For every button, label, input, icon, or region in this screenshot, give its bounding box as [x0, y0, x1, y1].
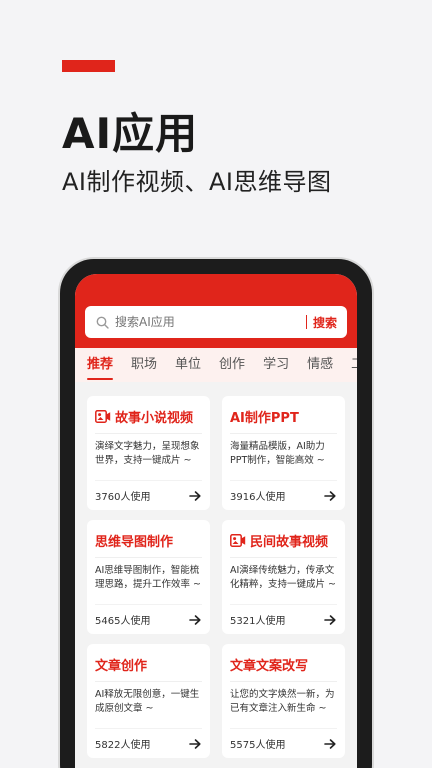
arrow-right-icon[interactable]	[323, 613, 337, 627]
card-description: AI释放无限创意，一键生成原创文章 ~	[95, 689, 200, 714]
tab-emotion[interactable]: 情感	[307, 348, 333, 382]
tab-organization[interactable]: 单位	[175, 348, 201, 382]
card-footer: 5822人使用	[95, 728, 202, 758]
tab-study[interactable]: 学习	[263, 348, 289, 382]
search-divider	[305, 315, 307, 329]
card-divider	[230, 557, 337, 558]
category-tabs: 推荐 职场 单位 创作 学习 情感 工具	[75, 348, 357, 382]
usage-count: 5575人使用	[230, 740, 286, 751]
video-icon	[230, 533, 246, 547]
phone-screen: 搜索 推荐 职场 单位 创作 学习 情感 工具	[75, 274, 357, 768]
card-title: 文章创作	[95, 658, 148, 674]
tab-tools[interactable]: 工具	[351, 348, 357, 382]
card-footer: 3916人使用	[230, 480, 337, 510]
card-divider	[95, 557, 202, 558]
video-icon	[95, 409, 111, 423]
arrow-right-icon[interactable]	[188, 613, 202, 627]
usage-count: 5822人使用	[95, 740, 151, 751]
usage-count: 5321人使用	[230, 616, 286, 627]
card-divider	[95, 433, 202, 434]
card-title: AI制作PPT	[230, 410, 299, 426]
accent-bar	[62, 60, 115, 72]
arrow-right-icon[interactable]	[323, 489, 337, 503]
app-card-ai-ppt[interactable]: AI制作PPT 海量精品模版，AI助力PPT制作，智能高效 ~ 3916人使用	[222, 396, 345, 510]
card-footer: 3760人使用	[95, 480, 202, 510]
card-description: 让您的文字焕然一新，为已有文章注入新生命 ~	[230, 689, 335, 714]
phone-frame: 搜索 推荐 职场 单位 创作 学习 情感 工具	[60, 259, 372, 768]
tab-workplace[interactable]: 职场	[131, 348, 157, 382]
card-title: 民间故事视频	[250, 534, 329, 550]
card-divider	[230, 681, 337, 682]
tab-recommend[interactable]: 推荐	[87, 348, 114, 382]
arrow-right-icon[interactable]	[323, 737, 337, 751]
arrow-right-icon[interactable]	[188, 489, 202, 503]
app-card-mind-map[interactable]: 思维导图制作 AI思维导图制作，智能梳理思路，提升工作效率 ~ 5465人使用	[87, 520, 210, 634]
search-button[interactable]: 搜索	[313, 314, 337, 331]
card-title: 文章文案改写	[230, 658, 309, 674]
card-description: 演绎文字魅力，呈现想象世界，支持一键成片 ~	[95, 441, 200, 466]
usage-count: 5465人使用	[95, 616, 151, 627]
usage-count: 3760人使用	[95, 492, 151, 503]
card-footer: 5465人使用	[95, 604, 202, 634]
app-card-article-writing[interactable]: 文章创作 AI释放无限创意，一键生成原创文章 ~ 5822人使用	[87, 644, 210, 758]
app-card-grid: 故事小说视频 演绎文字魅力，呈现想象世界，支持一键成片 ~ 3760人使用 AI…	[87, 396, 345, 758]
tab-creation[interactable]: 创作	[219, 348, 245, 382]
app-card-article-rewrite[interactable]: 文章文案改写 让您的文字焕然一新，为已有文章注入新生命 ~ 5575人使用	[222, 644, 345, 758]
search-bar[interactable]: 搜索	[85, 306, 347, 338]
promo-title: AI应用	[62, 109, 199, 158]
card-description: AI思维导图制作，智能梳理思路，提升工作效率 ~	[95, 565, 201, 590]
card-footer: 5321人使用	[230, 604, 337, 634]
card-description: AI演绎传统魅力，传承文化精粹，支持一键成片 ~	[230, 565, 336, 590]
card-description: 海量精品模版，AI助力PPT制作，智能高效 ~	[230, 441, 325, 466]
card-footer: 5575人使用	[230, 728, 337, 758]
arrow-right-icon[interactable]	[188, 737, 202, 751]
app-card-folk-story-video[interactable]: 民间故事视频 AI演绎传统魅力，传承文化精粹，支持一键成片 ~ 5321人使用	[222, 520, 345, 634]
app-card-story-video[interactable]: 故事小说视频 演绎文字魅力，呈现想象世界，支持一键成片 ~ 3760人使用	[87, 396, 210, 510]
card-title: 故事小说视频	[115, 410, 194, 426]
card-divider	[95, 681, 202, 682]
promo-subtitle: AI制作视频、AI思维导图	[62, 168, 332, 196]
search-input[interactable]	[115, 315, 306, 329]
card-divider	[230, 433, 337, 434]
usage-count: 3916人使用	[230, 492, 286, 503]
search-icon	[89, 306, 115, 338]
card-title: 思维导图制作	[95, 534, 174, 550]
